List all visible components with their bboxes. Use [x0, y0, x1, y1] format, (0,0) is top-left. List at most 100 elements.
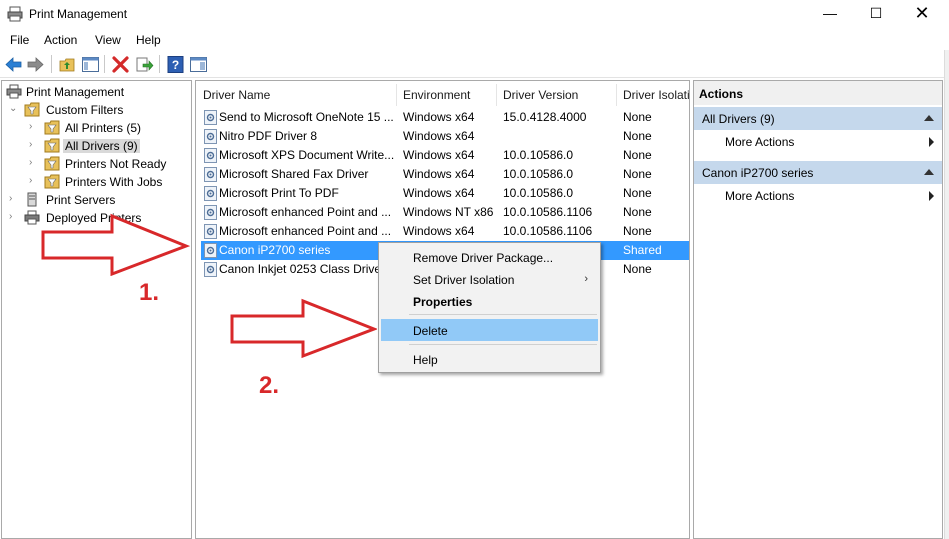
cell-driver-version: 10.0.10586.0: [503, 148, 574, 162]
print-management-icon: [6, 84, 22, 99]
menu-help[interactable]: Help: [136, 33, 161, 47]
chevron-right-icon[interactable]: ›: [9, 193, 12, 204]
context-item-label: Remove Driver Package...: [413, 251, 554, 265]
tree-root[interactable]: Print Management: [4, 83, 189, 101]
window-edge-scrollbar[interactable]: [944, 50, 949, 539]
cell-driver-isolation: None: [623, 224, 652, 238]
cell-driver-name: Microsoft Shared Fax Driver: [219, 167, 369, 181]
actions-group-all-drivers[interactable]: All Drivers (9): [694, 107, 942, 130]
export-list-icon[interactable]: [135, 55, 154, 74]
column-divider[interactable]: [496, 84, 497, 106]
context-item-remove-driver-package[interactable]: Remove Driver Package...: [381, 246, 598, 268]
actions-group-canon-ip2700[interactable]: Canon iP2700 series: [694, 161, 942, 184]
menu-bar: File Action View Help: [0, 29, 949, 50]
chevron-right-icon[interactable]: ›: [29, 157, 32, 168]
column-header-driver-isolation[interactable]: Driver Isolati: [623, 88, 689, 102]
annotation-arrow-2-icon: [230, 298, 377, 359]
menu-file[interactable]: File: [10, 33, 29, 47]
more-actions-all-drivers[interactable]: More Actions: [694, 131, 942, 153]
tree-item-print-servers[interactable]: › Print Servers: [4, 191, 189, 209]
cell-driver-version: 15.0.4128.4000: [503, 110, 587, 124]
show-hide-action-pane-icon[interactable]: [189, 55, 208, 74]
chevron-down-icon[interactable]: ⌄: [9, 103, 17, 114]
chevron-right-icon[interactable]: ›: [29, 175, 32, 186]
cell-environment: Windows x64: [403, 224, 475, 238]
column-header-environment[interactable]: Environment: [403, 88, 470, 102]
cell-driver-isolation: None: [623, 262, 652, 276]
driver-icon: [204, 262, 217, 277]
more-actions-canon-ip2700[interactable]: More Actions: [694, 185, 942, 207]
server-icon: [27, 192, 37, 207]
column-divider[interactable]: [396, 84, 397, 106]
tree-item-custom-filters[interactable]: ⌄ Custom Filters: [4, 101, 189, 119]
menu-action[interactable]: Action: [44, 33, 77, 47]
minimize-button[interactable]: —: [807, 0, 853, 28]
tree-item-printers-not-ready[interactable]: › Printers Not Ready: [4, 155, 189, 173]
cell-driver-isolation: None: [623, 148, 652, 162]
menu-view[interactable]: View: [95, 33, 121, 47]
cell-environment: Windows NT x86: [403, 205, 494, 219]
column-header-driver-version[interactable]: Driver Version: [503, 88, 578, 102]
driver-icon: [204, 129, 217, 144]
cell-environment: Windows x64: [403, 110, 475, 124]
maximize-button[interactable]: ☐: [853, 0, 899, 28]
back-icon[interactable]: [4, 55, 23, 74]
context-item-delete[interactable]: Delete: [381, 319, 598, 341]
chevron-right-icon[interactable]: ›: [9, 211, 12, 222]
table-row[interactable]: Microsoft Print To PDF Windows x64 10.0.10…: [201, 184, 689, 203]
cell-driver-name: Send to Microsoft OneNote 15 ...: [219, 110, 394, 124]
tree-label-printers-not-ready: Printers Not Ready: [65, 157, 167, 171]
close-button[interactable]: ✕: [899, 0, 945, 28]
actions-group-label: Canon iP2700 series: [702, 166, 814, 180]
toolbar-separator: [104, 55, 105, 73]
column-header-driver-name[interactable]: Driver Name: [203, 88, 270, 102]
filter-folder-icon: [24, 102, 40, 117]
cell-driver-isolation: Shared: [623, 243, 662, 257]
show-hide-console-tree-icon[interactable]: [81, 55, 100, 74]
cell-driver-name: Microsoft XPS Document Write...: [219, 148, 395, 162]
tree-item-all-printers[interactable]: › All Printers (5): [4, 119, 189, 137]
help-icon[interactable]: ?: [166, 55, 185, 74]
svg-text:?: ?: [172, 58, 179, 72]
collapse-up-icon[interactable]: [924, 169, 934, 175]
cell-driver-isolation: None: [623, 186, 652, 200]
cell-driver-version: 10.0.10586.1106: [503, 205, 593, 219]
chevron-right-icon[interactable]: ›: [29, 139, 32, 150]
tree-label-printers-with-jobs: Printers With Jobs: [65, 175, 163, 189]
submenu-arrow-icon: ›: [584, 273, 588, 285]
table-row[interactable]: Microsoft XPS Document Write... Windows x…: [201, 146, 689, 165]
context-item-help[interactable]: Help: [381, 348, 598, 370]
tree-item-all-drivers[interactable]: › All Drivers (9): [4, 137, 189, 155]
table-row[interactable]: Microsoft enhanced Point and ... Windows …: [201, 222, 689, 241]
cell-driver-name: Canon Inkjet 0253 Class Driver: [219, 262, 386, 276]
up-folder-icon[interactable]: [58, 55, 77, 74]
chevron-right-icon[interactable]: ›: [29, 121, 32, 132]
context-item-properties[interactable]: Properties: [381, 290, 598, 312]
toolbar: ?: [0, 51, 949, 78]
toolbar-separator: [51, 55, 52, 73]
forward-icon[interactable]: [26, 55, 45, 74]
cell-environment: Windows x64: [403, 167, 475, 181]
cell-environment: Windows x64: [403, 186, 475, 200]
table-row[interactable]: Send to Microsoft OneNote 15 ... Windows …: [201, 108, 689, 127]
driver-icon: [204, 224, 217, 239]
driver-icon: [204, 205, 217, 220]
cell-driver-isolation: None: [623, 205, 652, 219]
driver-icon: [204, 243, 217, 258]
table-row[interactable]: Microsoft enhanced Point and ... Windows …: [201, 203, 689, 222]
collapse-up-icon[interactable]: [924, 115, 934, 121]
submenu-arrow-icon: [929, 191, 934, 201]
filter-folder-icon: [44, 156, 60, 171]
tree-item-printers-with-jobs[interactable]: › Printers With Jobs: [4, 173, 189, 191]
table-row[interactable]: Nitro PDF Driver 8 Windows x64 None: [201, 127, 689, 146]
table-row[interactable]: Microsoft Shared Fax Driver Windows x64 10…: [201, 165, 689, 184]
column-divider[interactable]: [616, 84, 617, 106]
tree-label-print-servers: Print Servers: [46, 193, 116, 207]
cell-driver-version: 10.0.10586.0: [503, 186, 574, 200]
cell-driver-isolation: None: [623, 110, 652, 124]
context-item-set-driver-isolation[interactable]: Set Driver Isolation ›: [381, 268, 598, 290]
filter-folder-icon: [44, 120, 60, 135]
delete-icon[interactable]: [111, 55, 130, 74]
tree-label-print-management: Print Management: [26, 85, 125, 99]
context-item-label: Properties: [413, 295, 473, 309]
